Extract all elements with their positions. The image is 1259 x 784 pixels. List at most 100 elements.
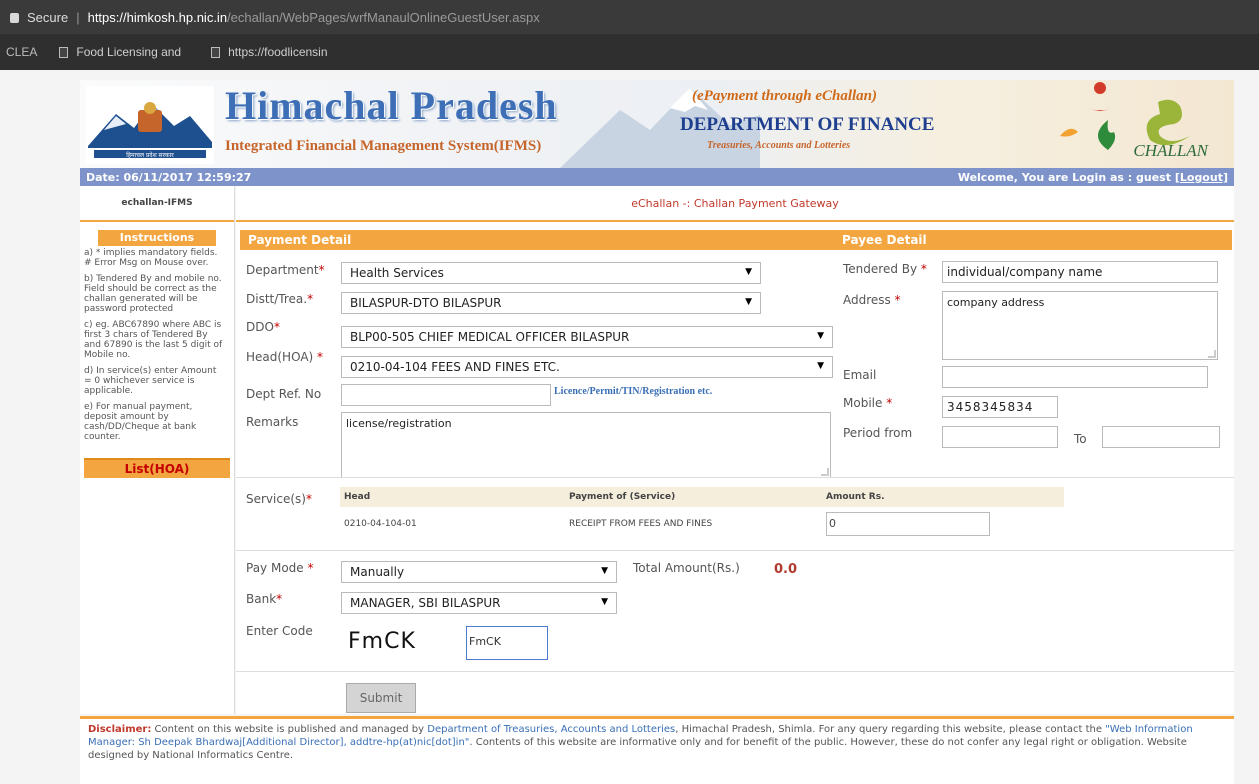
disclaimer-text: , Himachal Pradesh, Shimla. For any quer… xyxy=(675,724,1106,735)
payee-detail-heading: Payee Detail xyxy=(842,233,927,247)
distt-value: BILASPUR-DTO BILASPUR xyxy=(350,296,502,310)
service-head-cell: 0210-04-104-01 xyxy=(344,519,417,529)
sidebar-header: echallan-IFMS xyxy=(80,186,234,222)
svg-text:CHALLAN: CHALLAN xyxy=(1133,141,1209,160)
bookmark-label: https://foodlicensin xyxy=(228,45,328,59)
distt-label: Distt/Trea.* xyxy=(246,292,314,306)
banner-subtitle: Integrated Financial Management System(I… xyxy=(225,138,542,154)
instruction-item: c) eg. ABC67890 where ABC is first 3 cha… xyxy=(84,320,223,360)
site-banner: हिमाचल प्रदेश सरकार Himachal Pradesh Int… xyxy=(80,80,1234,168)
instruction-item: e) For manual payment, deposit amount by… xyxy=(84,402,197,442)
ddo-value: BLP00-505 CHIEF MEDICAL OFFICER BILASPUR xyxy=(350,330,630,344)
section-header: Payment Detail Payee Detail xyxy=(240,230,1232,250)
services-header-row: Head Payment of (Service) Amount Rs. xyxy=(340,487,1064,507)
tendered-by-input[interactable]: individual/company name xyxy=(942,261,1218,283)
ddo-label: DDO* xyxy=(246,320,280,334)
date-time: Date: 06/11/2017 12:59:27 xyxy=(86,170,252,184)
instruction-item: a) * implies mandatory fields. # Error M… xyxy=(84,248,218,268)
department-of-finance: DEPARTMENT OF FINANCE xyxy=(680,114,935,135)
svg-text:हिमाचल प्रदेश सरकार: हिमाचल प्रदेश सरकार xyxy=(126,151,174,159)
submit-button[interactable]: Submit xyxy=(346,683,416,713)
bank-select[interactable]: MANAGER, SBI BILASPUR ▼ xyxy=(341,592,617,614)
list-hoa-link[interactable]: List(HOA) xyxy=(84,458,230,478)
email-label: Email xyxy=(843,368,877,382)
hp-emblem-logo: हिमाचल प्रदेश सरकार xyxy=(86,86,214,164)
echallan-logo: CHALLAN xyxy=(1060,82,1210,160)
tendered-by-label: Tendered By * xyxy=(843,262,927,276)
licence-hint: Licence/Permit/TIN/Registration etc. xyxy=(554,386,713,397)
logout-link[interactable]: [Logout] xyxy=(1175,171,1228,184)
head-hoa-select[interactable]: 0210-04-104 FEES AND FINES ETC. ▼ xyxy=(341,356,833,378)
address-value: company address xyxy=(947,296,1045,309)
bookmark-label: Food Licensing and xyxy=(76,45,182,59)
dept-ref-input[interactable] xyxy=(341,384,551,406)
welcome-text: Welcome, You are Login as : guest xyxy=(957,170,1171,184)
dropdown-arrow-icon: ▼ xyxy=(817,361,824,371)
dropdown-arrow-icon: ▼ xyxy=(745,297,752,307)
table-row: 0210-04-104-01 RECEIPT FROM FEES AND FIN… xyxy=(340,507,1064,541)
left-sidebar: echallan-IFMS Instructions a) * implies … xyxy=(80,186,235,714)
resize-grip-icon[interactable] xyxy=(1208,350,1216,358)
payment-detail-heading: Payment Detail xyxy=(248,233,352,247)
amount-input[interactable]: 0 xyxy=(826,512,990,536)
department-select[interactable]: Health Services ▼ xyxy=(341,262,761,284)
disclaimer-label: Disclaimer: xyxy=(88,724,152,735)
services-label: Service(s)* xyxy=(246,492,312,506)
address-textarea[interactable]: company address xyxy=(942,291,1218,360)
mobile-input[interactable]: 3458345834 xyxy=(942,396,1058,418)
remarks-value: license/registration xyxy=(346,417,452,430)
url-path: /echallan/WebPages/wrfManaulOnlineGuestU… xyxy=(227,9,540,25)
banner-title: Himachal Pradesh xyxy=(225,83,558,128)
epayment-tagline: (ePayment through eChallan) xyxy=(692,88,878,104)
amount-cell: 0 xyxy=(822,507,1064,541)
mobile-label: Mobile * xyxy=(843,396,893,410)
url-host: https://himkosh.hp.nic.in xyxy=(87,9,228,25)
department-link[interactable]: Department of Treasuries, Accounts and L… xyxy=(427,724,675,735)
captcha-input[interactable]: FmCK xyxy=(466,626,548,660)
url-separator: | xyxy=(76,9,80,25)
period-from-label: Period from xyxy=(843,426,913,440)
head-hoa-label: Head(HOA) * xyxy=(246,350,324,364)
address-label: Address * xyxy=(843,293,901,307)
pay-mode-value: Manually xyxy=(350,565,405,579)
dropdown-arrow-icon: ▼ xyxy=(745,267,752,277)
dropdown-arrow-icon: ▼ xyxy=(601,566,608,576)
email-input[interactable] xyxy=(942,366,1208,388)
to-label: To xyxy=(1074,432,1087,446)
dropdown-arrow-icon: ▼ xyxy=(817,331,824,341)
period-from-input[interactable] xyxy=(942,426,1058,448)
services-table: Head Payment of (Service) Amount Rs. 021… xyxy=(340,487,1064,541)
divider xyxy=(236,477,1234,478)
distt-treasury-select[interactable]: BILASPUR-DTO BILASPUR ▼ xyxy=(341,292,761,314)
footer-disclaimer: Disclaimer: Content on this website is p… xyxy=(80,716,1234,784)
bookmark-truncated[interactable]: CLEA xyxy=(0,45,37,59)
total-amount-value: 0.0 xyxy=(774,562,798,577)
remarks-label: Remarks xyxy=(246,415,299,429)
ddo-select[interactable]: BLP00-505 CHIEF MEDICAL OFFICER BILASPUR… xyxy=(341,326,833,348)
address-bar[interactable]: Secure | https://himkosh.hp.nic.in /echa… xyxy=(0,0,1259,34)
main-panel: eChallan -: Challan Payment Gateway Paym… xyxy=(236,186,1234,714)
page-icon xyxy=(211,46,221,58)
dropdown-arrow-icon: ▼ xyxy=(601,597,608,607)
remarks-textarea[interactable]: license/registration xyxy=(341,412,831,478)
col-service: Payment of (Service) xyxy=(565,487,822,507)
instruction-item: b) Tendered By and mobile no. Field shou… xyxy=(84,274,222,314)
col-head: Head xyxy=(340,487,565,507)
divider xyxy=(236,671,1234,672)
resize-grip-icon[interactable] xyxy=(821,468,829,476)
bookmarks-bar: CLEA Food Licensing and https://foodlice… xyxy=(0,34,1259,70)
divider xyxy=(236,550,1234,551)
instructions-title: Instructions xyxy=(98,230,216,246)
bookmark-food-licensing[interactable]: Food Licensing and xyxy=(59,45,181,59)
bank-value: MANAGER, SBI BILASPUR xyxy=(350,596,501,610)
pay-mode-select[interactable]: Manually ▼ xyxy=(341,561,617,583)
department-value: Health Services xyxy=(350,266,444,280)
period-to-input[interactable] xyxy=(1102,426,1220,448)
department-label: Department* xyxy=(246,263,325,277)
bookmark-foodlicensing-url[interactable]: https://foodlicensin xyxy=(211,45,328,59)
col-amount: Amount Rs. xyxy=(822,487,1064,507)
gateway-title: eChallan -: Challan Payment Gateway xyxy=(236,186,1234,222)
captcha-image: FmCK xyxy=(348,629,416,654)
page-icon xyxy=(59,46,69,58)
pay-mode-label: Pay Mode * xyxy=(246,561,314,575)
